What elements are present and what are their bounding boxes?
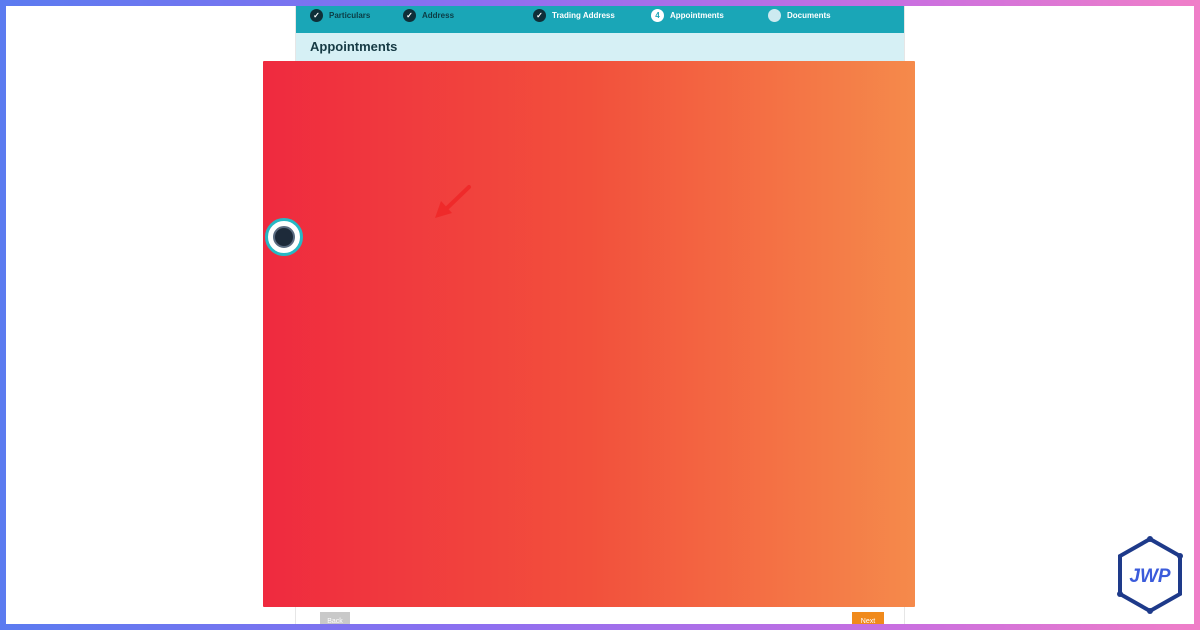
tab-details[interactable]: Details bbox=[382, 98, 441, 119]
dob-year-input[interactable]: yyyy bbox=[785, 272, 874, 294]
red-arrow-icon bbox=[435, 185, 471, 218]
step-label: Documents bbox=[787, 11, 831, 20]
occupation-input[interactable]: Occupation bbox=[607, 356, 874, 378]
tab-nature-of-control[interactable]: Nature of Control bbox=[530, 98, 624, 119]
dob-month-input[interactable]: mm bbox=[696, 272, 785, 294]
dob-day-input[interactable]: dd bbox=[607, 272, 696, 294]
tab-addressing[interactable]: Addressing bbox=[446, 98, 525, 119]
occupation-label: Occupation bbox=[607, 344, 638, 350]
answer-label: Answer bbox=[637, 515, 656, 521]
last-name-input[interactable]: Last name bbox=[330, 356, 597, 378]
question-select-2[interactable]: Father's Forename bbox=[447, 511, 625, 533]
question-label: Select First 3 letters of bbox=[335, 487, 390, 493]
title-label: Title bbox=[330, 261, 342, 267]
check-icon: ✓ bbox=[310, 9, 323, 22]
graduation-cap-icon bbox=[324, 142, 354, 172]
address-status: None Selected bbox=[330, 430, 376, 437]
step-pending-icon bbox=[768, 9, 781, 22]
check-icon: ✓ bbox=[533, 9, 546, 22]
section-title-bar: Appointments bbox=[296, 33, 904, 63]
nationality-label: Nationality List of accepted nationalitie… bbox=[607, 302, 714, 308]
info-banner: Personal Details It is recommended to en… bbox=[314, 131, 888, 182]
dob-label: Date of Birth bbox=[607, 261, 641, 267]
answer-input-1[interactable] bbox=[673, 483, 777, 505]
answer-label: Answer bbox=[637, 542, 656, 548]
answer-input-3[interactable] bbox=[673, 538, 777, 560]
tab-position[interactable]: Position bbox=[316, 98, 377, 119]
back-button[interactable]: Back bbox=[320, 612, 350, 624]
tab-divider bbox=[316, 118, 888, 119]
nationality-label-text: Nationality bbox=[607, 302, 636, 308]
choose-address-button[interactable]: Choose Address bbox=[796, 429, 874, 450]
card-title: Officer Details bbox=[325, 203, 419, 220]
step-address[interactable]: ✓ Address bbox=[403, 9, 454, 22]
step-particulars[interactable]: ✓ Particulars bbox=[310, 9, 370, 22]
next-button[interactable]: Next bbox=[852, 612, 884, 624]
step-appointments[interactable]: 4 Appointments bbox=[651, 9, 724, 22]
check-icon: ✓ bbox=[403, 9, 416, 22]
step-label: Address bbox=[422, 11, 455, 20]
question-label: Select First 3 letters of bbox=[335, 515, 390, 521]
click-indicator-icon bbox=[265, 218, 303, 256]
officer-details-card: Officer Details Personal Details Title T… bbox=[314, 193, 888, 601]
logo-text: JWP bbox=[1129, 566, 1171, 587]
nationalities-link[interactable]: List of accepted nationalities bbox=[639, 302, 714, 308]
progress-stepper: ✓ Particulars ✓ Address ✓ Trading Addres… bbox=[296, 6, 904, 33]
question-select-3[interactable]: Town Of Birth bbox=[447, 538, 625, 560]
step-label: Appointments bbox=[670, 11, 724, 20]
residential-address-heading: Residential Address bbox=[330, 402, 455, 417]
step-trading-address[interactable]: ✓ Trading Address bbox=[533, 9, 615, 22]
click-dot bbox=[273, 226, 295, 248]
banner-text: It is recommended to enter your name as … bbox=[368, 155, 704, 164]
form-panel: ✓ Particulars ✓ Address ✓ Trading Addres… bbox=[295, 6, 905, 624]
first-name-input[interactable]: First name bbox=[330, 314, 597, 336]
step-number-icon: 4 bbox=[651, 9, 664, 22]
answer-input-2[interactable] bbox=[673, 511, 777, 533]
nationality-input[interactable]: Nationality bbox=[607, 314, 874, 336]
jwp-logo-icon: JWP bbox=[1117, 536, 1183, 614]
personal-details-heading: Personal Details bbox=[330, 237, 432, 252]
step-label: Particulars bbox=[329, 11, 371, 20]
first-name-label: First name bbox=[330, 302, 359, 308]
tab-bar: Position Details Addressing Nature of Co… bbox=[316, 98, 717, 119]
screenshot-canvas: ✓ Particulars ✓ Address ✓ Trading Addres… bbox=[6, 6, 1194, 624]
question-label: Select First 3 letters of bbox=[335, 542, 390, 548]
banner-title: Personal Details bbox=[368, 139, 431, 148]
question-select-1[interactable]: Mother's Maiden Name bbox=[447, 483, 625, 505]
tab-share-holdings[interactable]: Share Holdings bbox=[629, 98, 717, 119]
auth-questions-heading: Authentication Questions bbox=[330, 462, 489, 477]
step-documents[interactable]: Documents bbox=[768, 9, 831, 22]
step-label: Trading Address bbox=[552, 11, 615, 20]
title-select[interactable]: Title bbox=[330, 272, 597, 294]
last-name-label: Last name bbox=[330, 344, 359, 350]
answer-label: Answer bbox=[637, 487, 656, 493]
